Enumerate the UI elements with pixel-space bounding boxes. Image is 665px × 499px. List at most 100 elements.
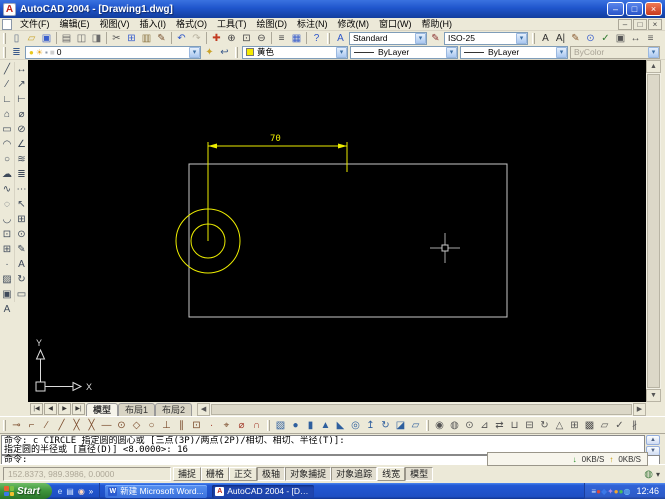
media-player-icon[interactable]: ◉	[78, 487, 85, 496]
status-toggle-2[interactable]: 栅格	[201, 467, 230, 481]
cut-icon[interactable]: ✂	[109, 32, 124, 45]
layout-tab-3[interactable]: 布局2	[155, 402, 193, 416]
close-drawing-button[interactable]: ×	[648, 18, 662, 30]
scroll-left-icon[interactable]: ◀	[197, 402, 211, 416]
snap-to-quadrant-icon[interactable]: ◇	[129, 419, 144, 432]
multiline-text-icon[interactable]: A	[538, 32, 553, 45]
menu-item-2[interactable]: 编辑(E)	[55, 18, 95, 30]
color-faces-icon[interactable]: ▩	[582, 419, 597, 432]
text-style-combobox[interactable]: Standard ▾	[349, 31, 427, 45]
restore-drawing-button[interactable]: □	[633, 18, 647, 30]
zoom-realtime-icon[interactable]: ⊕	[224, 32, 239, 45]
dim-style-combobox[interactable]: ISO-25 ▾	[444, 31, 528, 45]
tab-nav-button-1[interactable]: |◀	[30, 403, 43, 415]
solid-cone-icon[interactable]: ▲	[318, 419, 333, 432]
status-toggle-1[interactable]: 捕捉	[173, 467, 202, 481]
menu-item-4[interactable]: 插入(I)	[135, 18, 172, 30]
minimize-button[interactable]: –	[607, 2, 624, 16]
solid-sphere-icon[interactable]: ●	[288, 419, 303, 432]
copy-faces-icon[interactable]: ⊞	[567, 419, 582, 432]
qnew-icon[interactable]: ▯	[9, 32, 24, 45]
point-icon[interactable]: ·	[1, 257, 14, 272]
tab-nav-button-3[interactable]: ▶	[58, 403, 71, 415]
toolbar-grip[interactable]	[327, 32, 330, 44]
menu-item-5[interactable]: 格式(O)	[171, 18, 212, 30]
slice-icon[interactable]: ◪	[393, 419, 408, 432]
paste-icon[interactable]: ▥	[139, 32, 154, 45]
toolbar-grip[interactable]	[426, 419, 429, 431]
toolbar-grip[interactable]	[3, 419, 6, 431]
linear-dimension-icon[interactable]: ↔	[15, 62, 28, 77]
dimension-update-icon[interactable]: ↻	[15, 272, 28, 287]
snap-to-perpendicular-icon[interactable]: ⊥	[159, 419, 174, 432]
osnap-settings-icon[interactable]: ∩	[249, 419, 264, 432]
vertical-scrollbar[interactable]: ▲ ▼	[646, 60, 661, 402]
properties-icon[interactable]: ≡	[274, 32, 289, 45]
justify-text-icon[interactable]: ≡	[643, 32, 658, 45]
menu-item-10[interactable]: 窗口(W)	[374, 18, 417, 30]
layout-tab-2[interactable]: 布局1	[118, 402, 156, 416]
snap-to-extension-icon[interactable]: —	[99, 419, 114, 432]
delete-faces-icon[interactable]: ⊟	[522, 419, 537, 432]
dim-style-manager-icon[interactable]: ✎	[428, 32, 443, 45]
toolbar-grip[interactable]	[532, 32, 535, 44]
snap-to-apparent-intersection-icon[interactable]: ╳	[84, 419, 99, 432]
menu-item-11[interactable]: 帮助(H)	[417, 18, 458, 30]
ordinate-dimension-icon[interactable]: ⊢	[15, 92, 28, 107]
radius-dimension-icon[interactable]: ⌀	[15, 107, 28, 122]
extrude-faces-icon[interactable]: ⊿	[477, 419, 492, 432]
scroll-up-icon[interactable]: ▲	[646, 60, 661, 73]
diameter-dimension-icon[interactable]: ⊘	[15, 122, 28, 137]
construction-line-icon[interactable]: ∕	[1, 77, 14, 92]
arc-icon[interactable]: ◠	[1, 137, 14, 152]
menu-item-6[interactable]: 工具(T)	[212, 18, 252, 30]
layer-combobox[interactable]: ● ☀ ▪ ■ 0 ▾	[25, 45, 201, 59]
imprint-icon[interactable]: ▱	[597, 419, 612, 432]
scale-text-icon[interactable]: ↔	[628, 32, 643, 45]
menu-item-7[interactable]: 绘图(D)	[252, 18, 293, 30]
snap-to-parallel-icon[interactable]: ∥	[174, 419, 189, 432]
spell-check-icon[interactable]: ✓	[598, 32, 613, 45]
scroll-right-icon[interactable]: ▶	[633, 402, 646, 416]
status-toggle-7[interactable]: 线宽	[377, 467, 406, 481]
linetype-combobox[interactable]: ByLayer ▾	[350, 45, 458, 59]
spline-icon[interactable]: ∿	[1, 182, 14, 197]
line-icon[interactable]: ╱	[1, 62, 14, 77]
chevron-down-icon[interactable]: ▾	[336, 46, 347, 58]
help-icon[interactable]: ?	[309, 32, 324, 45]
tab-nav-button-4[interactable]: ▶|	[72, 403, 85, 415]
menu-item-9[interactable]: 修改(M)	[333, 18, 375, 30]
scroll-down-icon[interactable]: ▼	[646, 389, 661, 402]
snap-to-node-icon[interactable]: ∙	[204, 419, 219, 432]
taskbar-task-1[interactable]: W 新建 Microsoft Word...	[105, 484, 208, 498]
lineweight-combobox[interactable]: ByLayer ▾	[460, 45, 568, 59]
communication-center-icon[interactable]: ◍	[644, 469, 653, 480]
snap-to-tangent-icon[interactable]: ○	[144, 419, 159, 432]
single-line-text-icon[interactable]: A|	[553, 32, 568, 45]
horizontal-scrollbar[interactable]: ◀ ▶	[197, 402, 646, 416]
layer-previous-icon[interactable]: ↩	[217, 46, 232, 59]
subtract-icon[interactable]: ◍	[447, 419, 462, 432]
dimension-edit-icon[interactable]: ✎	[15, 242, 28, 257]
minimize-drawing-button[interactable]: –	[618, 18, 632, 30]
ellipse-arc-icon[interactable]: ◡	[1, 212, 14, 227]
zoom-window-icon[interactable]: ⊡	[239, 32, 254, 45]
plot-icon[interactable]: ▤	[59, 32, 74, 45]
polygon-icon[interactable]: ⌂	[1, 107, 14, 122]
text-style-manager-icon[interactable]: A	[333, 32, 348, 45]
region-icon[interactable]: ▣	[1, 287, 14, 302]
intersect-icon[interactable]: ⊙	[462, 419, 477, 432]
dimension-text-edit-icon[interactable]: A	[15, 257, 28, 272]
solid-torus-icon[interactable]: ◎	[348, 419, 363, 432]
taskbar-task-2[interactable]: A AutoCAD 2004 - [Dra...	[212, 484, 315, 498]
rectangle-icon[interactable]: ▭	[1, 122, 14, 137]
start-button[interactable]: Start	[0, 483, 52, 499]
zoom-previous-icon[interactable]: ⊖	[254, 32, 269, 45]
plot-preview-icon[interactable]: ◫	[74, 32, 89, 45]
linear-dimension[interactable]	[207, 142, 348, 241]
match-properties-icon[interactable]: ✎	[154, 32, 169, 45]
aligned-dimension-icon[interactable]: ↗	[15, 77, 28, 92]
chevron-down-icon[interactable]: ▾	[446, 46, 457, 58]
internet-explorer-icon[interactable]: e	[58, 487, 62, 496]
color-combobox[interactable]: 黄色 ▾	[242, 45, 348, 59]
